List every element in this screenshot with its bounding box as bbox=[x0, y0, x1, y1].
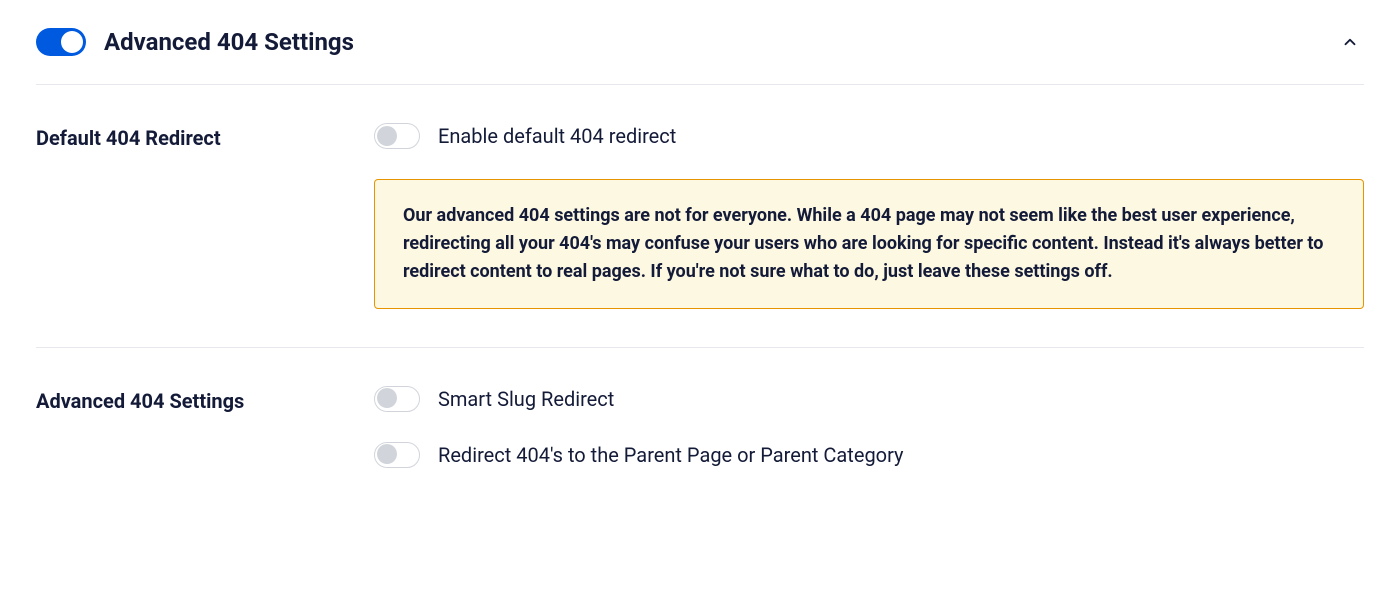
toggle-knob bbox=[61, 31, 83, 53]
section-label-default-redirect: Default 404 Redirect bbox=[36, 123, 374, 309]
toggle-knob bbox=[377, 444, 397, 464]
chevron-up-icon bbox=[1341, 33, 1359, 51]
section-advanced-404-settings: Advanced 404 Settings Smart Slug Redirec… bbox=[36, 348, 1364, 506]
warning-message: Our advanced 404 settings are not for ev… bbox=[374, 179, 1364, 309]
collapse-button[interactable] bbox=[1336, 28, 1364, 56]
toggle-knob bbox=[377, 388, 397, 408]
advanced-404-master-toggle[interactable] bbox=[36, 28, 86, 56]
toggle-knob bbox=[377, 126, 397, 146]
redirect-to-parent-toggle[interactable] bbox=[374, 442, 420, 468]
panel-title: Advanced 404 Settings bbox=[104, 30, 354, 54]
smart-slug-redirect-toggle[interactable] bbox=[374, 386, 420, 412]
enable-default-404-redirect-toggle[interactable] bbox=[374, 123, 420, 149]
section-label-advanced-settings: Advanced 404 Settings bbox=[36, 386, 374, 468]
enable-default-404-redirect-label: Enable default 404 redirect bbox=[438, 126, 676, 146]
section-default-404-redirect: Default 404 Redirect Enable default 404 … bbox=[36, 85, 1364, 348]
smart-slug-redirect-label: Smart Slug Redirect bbox=[438, 389, 614, 409]
redirect-to-parent-label: Redirect 404's to the Parent Page or Par… bbox=[438, 445, 904, 465]
panel-header: Advanced 404 Settings bbox=[36, 28, 1364, 85]
